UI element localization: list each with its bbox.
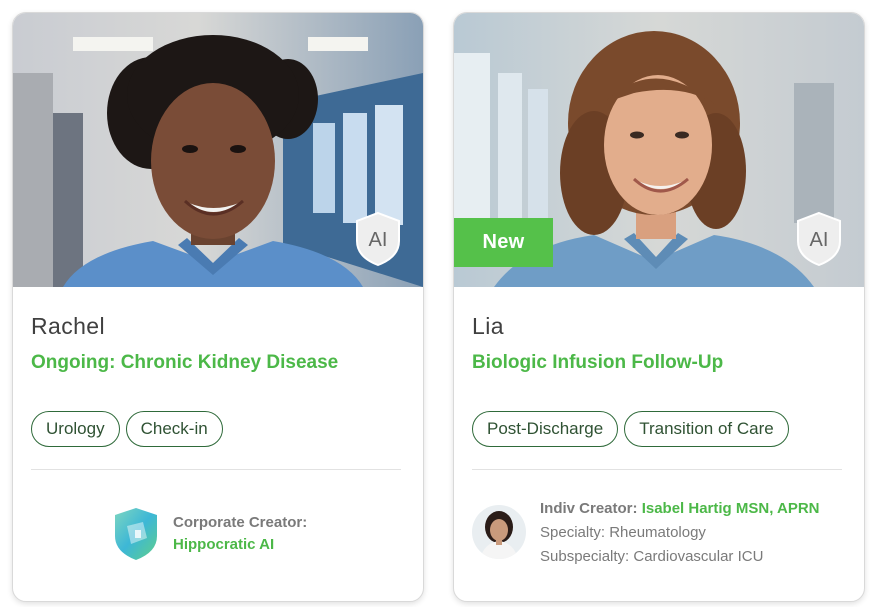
tag-urology[interactable]: Urology: [31, 411, 120, 447]
ai-shield-icon: AI: [356, 211, 400, 267]
tag-post-discharge[interactable]: Post-Discharge: [472, 411, 619, 447]
creator-info: Indiv Creator: Isabel Hartig MSN, APRN S…: [472, 497, 820, 569]
hippocratic-ai-shield-logo-icon: [115, 508, 157, 560]
tag-list: Post-Discharge Transition of Care: [472, 411, 789, 447]
creator-label: Corporate Creator:: [173, 514, 308, 531]
creator-name[interactable]: Isabel Hartig MSN, APRN: [642, 500, 820, 517]
divider: [472, 469, 842, 470]
svg-text:AI: AI: [369, 229, 388, 251]
creator-name[interactable]: Hippocratic AI: [173, 534, 307, 556]
scenario-title[interactable]: Ongoing: Chronic Kidney Disease: [31, 352, 338, 374]
character-card-lia[interactable]: New AI Lia Biologic Infusion Follow-Up P…: [453, 12, 865, 602]
tag-list: Urology Check-in: [31, 411, 223, 447]
tag-transition-of-care[interactable]: Transition of Care: [624, 411, 789, 447]
new-badge: New: [454, 218, 553, 267]
creator-specialty: Specialty: Rheumatology: [540, 524, 706, 541]
creator-label: Indiv Creator:: [540, 500, 638, 517]
creator-info: Corporate Creator: Hippocratic AI: [113, 506, 307, 562]
scenario-title[interactable]: Biologic Infusion Follow-Up: [472, 352, 723, 374]
tag-check-in[interactable]: Check-in: [125, 411, 223, 447]
svg-text:AI: AI: [810, 229, 829, 251]
character-name: Rachel: [31, 313, 105, 339]
character-card-rachel[interactable]: AI Rachel Ongoing: Chronic Kidney Diseas…: [12, 12, 424, 602]
divider: [31, 469, 401, 470]
ai-shield-icon: AI: [797, 211, 841, 267]
character-name: Lia: [472, 313, 504, 339]
creator-avatar[interactable]: [472, 505, 526, 559]
creator-subspecialty: Subspecialty: Cardiovascular ICU: [540, 548, 764, 565]
